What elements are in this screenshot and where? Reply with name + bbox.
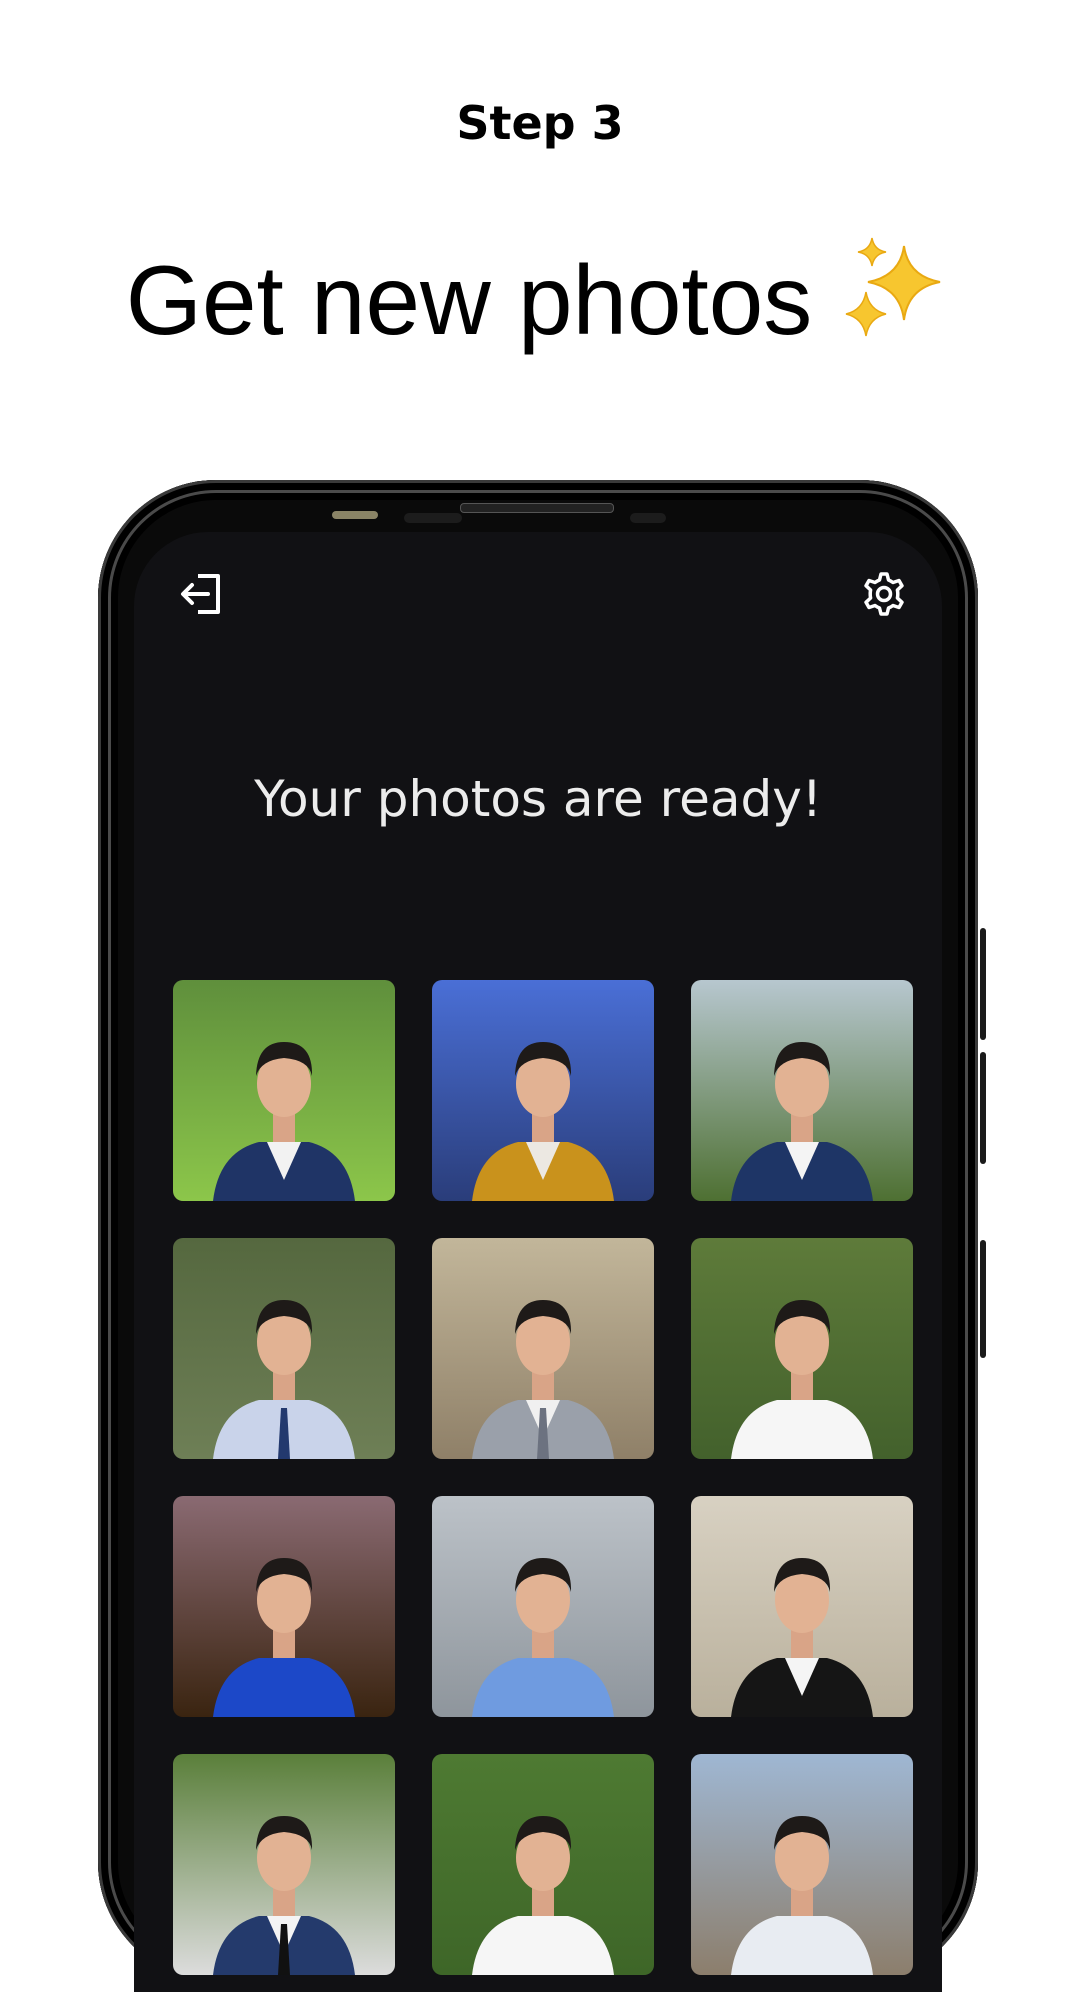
generated-photo[interactable] — [173, 1238, 395, 1459]
portrait-image — [691, 1238, 913, 1459]
generated-photo[interactable] — [173, 1754, 395, 1975]
portrait-image — [691, 980, 913, 1201]
generated-photo[interactable] — [691, 1496, 913, 1717]
phone-sensor — [404, 513, 462, 523]
logout-icon — [181, 574, 220, 614]
settings-button[interactable] — [858, 568, 910, 620]
portrait-image — [432, 1496, 654, 1717]
phone-side-button — [980, 1052, 986, 1164]
portrait-image — [691, 1496, 913, 1717]
generated-photo[interactable] — [432, 1238, 654, 1459]
generated-photo[interactable] — [691, 1754, 913, 1975]
sparkles-icon — [842, 236, 954, 363]
generated-photo[interactable] — [432, 1754, 654, 1975]
portrait-image — [173, 1754, 395, 1975]
portrait-image — [432, 980, 654, 1201]
generated-photo[interactable] — [432, 980, 654, 1201]
generated-photo[interactable] — [432, 1496, 654, 1717]
phone-sensor — [332, 511, 378, 519]
generated-photo[interactable] — [691, 980, 913, 1201]
portrait-image — [173, 1238, 395, 1459]
phone-side-button — [980, 1240, 986, 1358]
generated-photo[interactable] — [173, 1496, 395, 1717]
page-headline: Get new photos — [0, 236, 1080, 363]
photo-grid — [173, 980, 913, 1975]
phone-side-button — [980, 928, 986, 1040]
phone-sensor — [630, 513, 666, 523]
generated-photo[interactable] — [691, 1238, 913, 1459]
headline-text: Get new photos — [125, 245, 813, 355]
portrait-image — [173, 1496, 395, 1717]
portrait-image — [432, 1238, 654, 1459]
settings-gear-icon — [864, 572, 904, 616]
portrait-image — [691, 1754, 913, 1975]
step-label: Step 3 — [456, 96, 624, 150]
app-screen: Your photos are ready! — [134, 532, 942, 1992]
phone-speaker — [460, 503, 614, 513]
generated-photo[interactable] — [173, 980, 395, 1201]
photos-ready-title: Your photos are ready! — [254, 770, 822, 828]
portrait-image — [432, 1754, 654, 1975]
logout-button[interactable] — [176, 568, 228, 620]
portrait-image — [173, 980, 395, 1201]
